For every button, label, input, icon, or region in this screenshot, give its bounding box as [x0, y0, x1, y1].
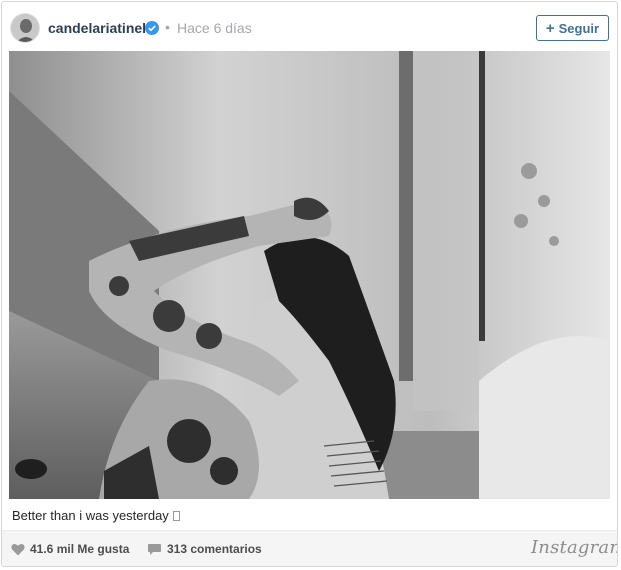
instagram-embed-card: candelariatinelli • Hace 6 días + Seguir [1, 1, 618, 567]
post-photo[interactable] [9, 51, 610, 499]
likes-label: 41.6 mil Me gusta [30, 542, 130, 556]
follow-label: Seguir [558, 20, 600, 36]
plus-icon: + [545, 19, 555, 37]
follow-button[interactable]: + Seguir [536, 15, 609, 41]
avatar-image [11, 14, 39, 42]
likes-count[interactable]: 41.6 mil Me gusta [11, 542, 129, 556]
username-link[interactable]: candelariatinelli [48, 20, 154, 36]
comments-label: 313 comentarios [167, 542, 262, 556]
heart-icon [11, 543, 25, 555]
photo-image [9, 51, 610, 499]
instagram-logo[interactable]: Instagram [531, 537, 617, 558]
post-caption: Better than i was yesterday [12, 508, 180, 523]
post-footer: 41.6 mil Me gusta 313 comentarios Instag… [2, 530, 617, 566]
caption-text: Better than i was yesterday [12, 508, 169, 523]
verified-check-icon [145, 21, 159, 35]
timestamp[interactable]: Hace 6 días [177, 20, 252, 36]
separator-dot: • [165, 19, 170, 35]
comments-count[interactable]: 313 comentarios [147, 542, 262, 556]
post-header: candelariatinelli • Hace 6 días + Seguir [2, 2, 617, 51]
avatar[interactable] [10, 13, 40, 43]
missing-glyph-icon [172, 511, 180, 521]
comment-bubble-icon [148, 543, 161, 555]
